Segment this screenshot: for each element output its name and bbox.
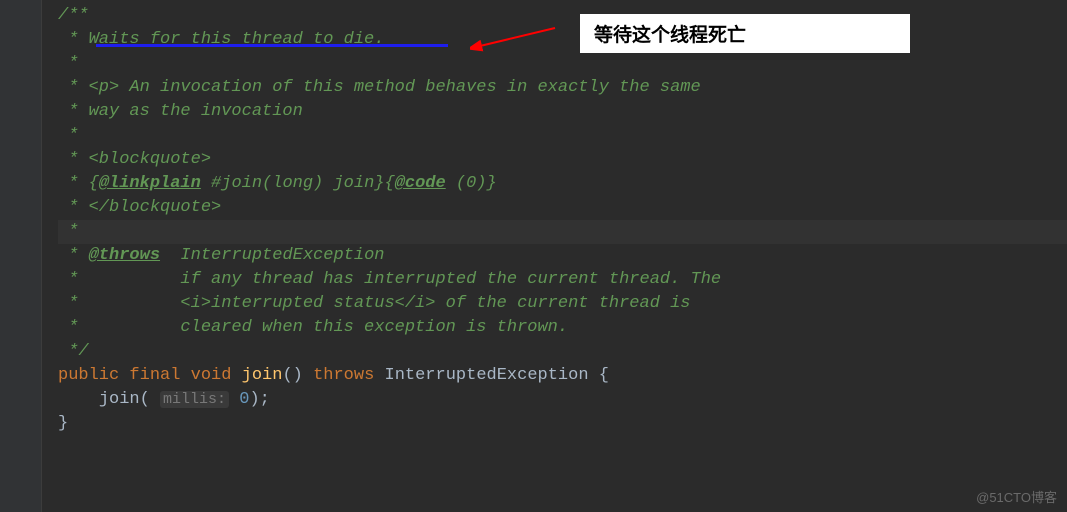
- keyword-public: public: [58, 366, 119, 385]
- semicolon: ;: [260, 390, 270, 409]
- gutter: [0, 0, 42, 512]
- comment-line: *: [58, 126, 78, 145]
- keyword-final: final: [129, 366, 180, 385]
- parameter-hint: millis:: [160, 391, 229, 408]
- comment-prefix: * {: [58, 174, 99, 193]
- number-literal: 0: [239, 390, 249, 409]
- javadoc-tag-throws: @throws: [89, 246, 160, 265]
- javadoc-tag-linkplain: @linkplain: [99, 174, 201, 193]
- comment-mid: #join(long) join}{: [201, 174, 395, 193]
- comment-line: * <p> An invocation of this method behav…: [58, 78, 701, 97]
- comment-line: *: [58, 54, 78, 73]
- comment-line: /**: [58, 6, 89, 25]
- underline-annotation: [96, 44, 448, 47]
- watermark: @51CTO博客: [976, 487, 1057, 506]
- method-name: join: [242, 366, 283, 385]
- comment-line: * way as the invocation: [58, 102, 303, 121]
- comment-line: * if any thread has interrupted the curr…: [58, 270, 721, 289]
- call-open: (: [140, 390, 150, 409]
- call-method: join: [99, 390, 140, 409]
- comment-line: *: [58, 222, 78, 241]
- brace-close: }: [58, 414, 68, 433]
- keyword-throws: throws: [313, 366, 374, 385]
- code-editor[interactable]: /** * Waits for this thread to die. * * …: [0, 0, 1067, 436]
- comment-suffix: (0)}: [446, 174, 497, 193]
- comment-line: * </blockquote>: [58, 198, 221, 217]
- keyword-void: void: [191, 366, 232, 385]
- comment-line: * cleared when this exception is thrown.: [58, 318, 568, 337]
- comment-suffix: InterruptedException: [160, 246, 384, 265]
- annotation-box: 等待这个线程死亡: [580, 14, 910, 53]
- javadoc-tag-code: @code: [395, 174, 446, 193]
- call-close: ): [249, 390, 259, 409]
- exception-type: InterruptedException: [385, 366, 589, 385]
- comment-line: * <blockquote>: [58, 150, 211, 169]
- comment-line: * <i>interrupted status</i> of the curre…: [58, 294, 691, 313]
- comment-line: */: [58, 342, 89, 361]
- brace-open: {: [599, 366, 609, 385]
- parens: (): [282, 366, 302, 385]
- comment-prefix: *: [58, 246, 89, 265]
